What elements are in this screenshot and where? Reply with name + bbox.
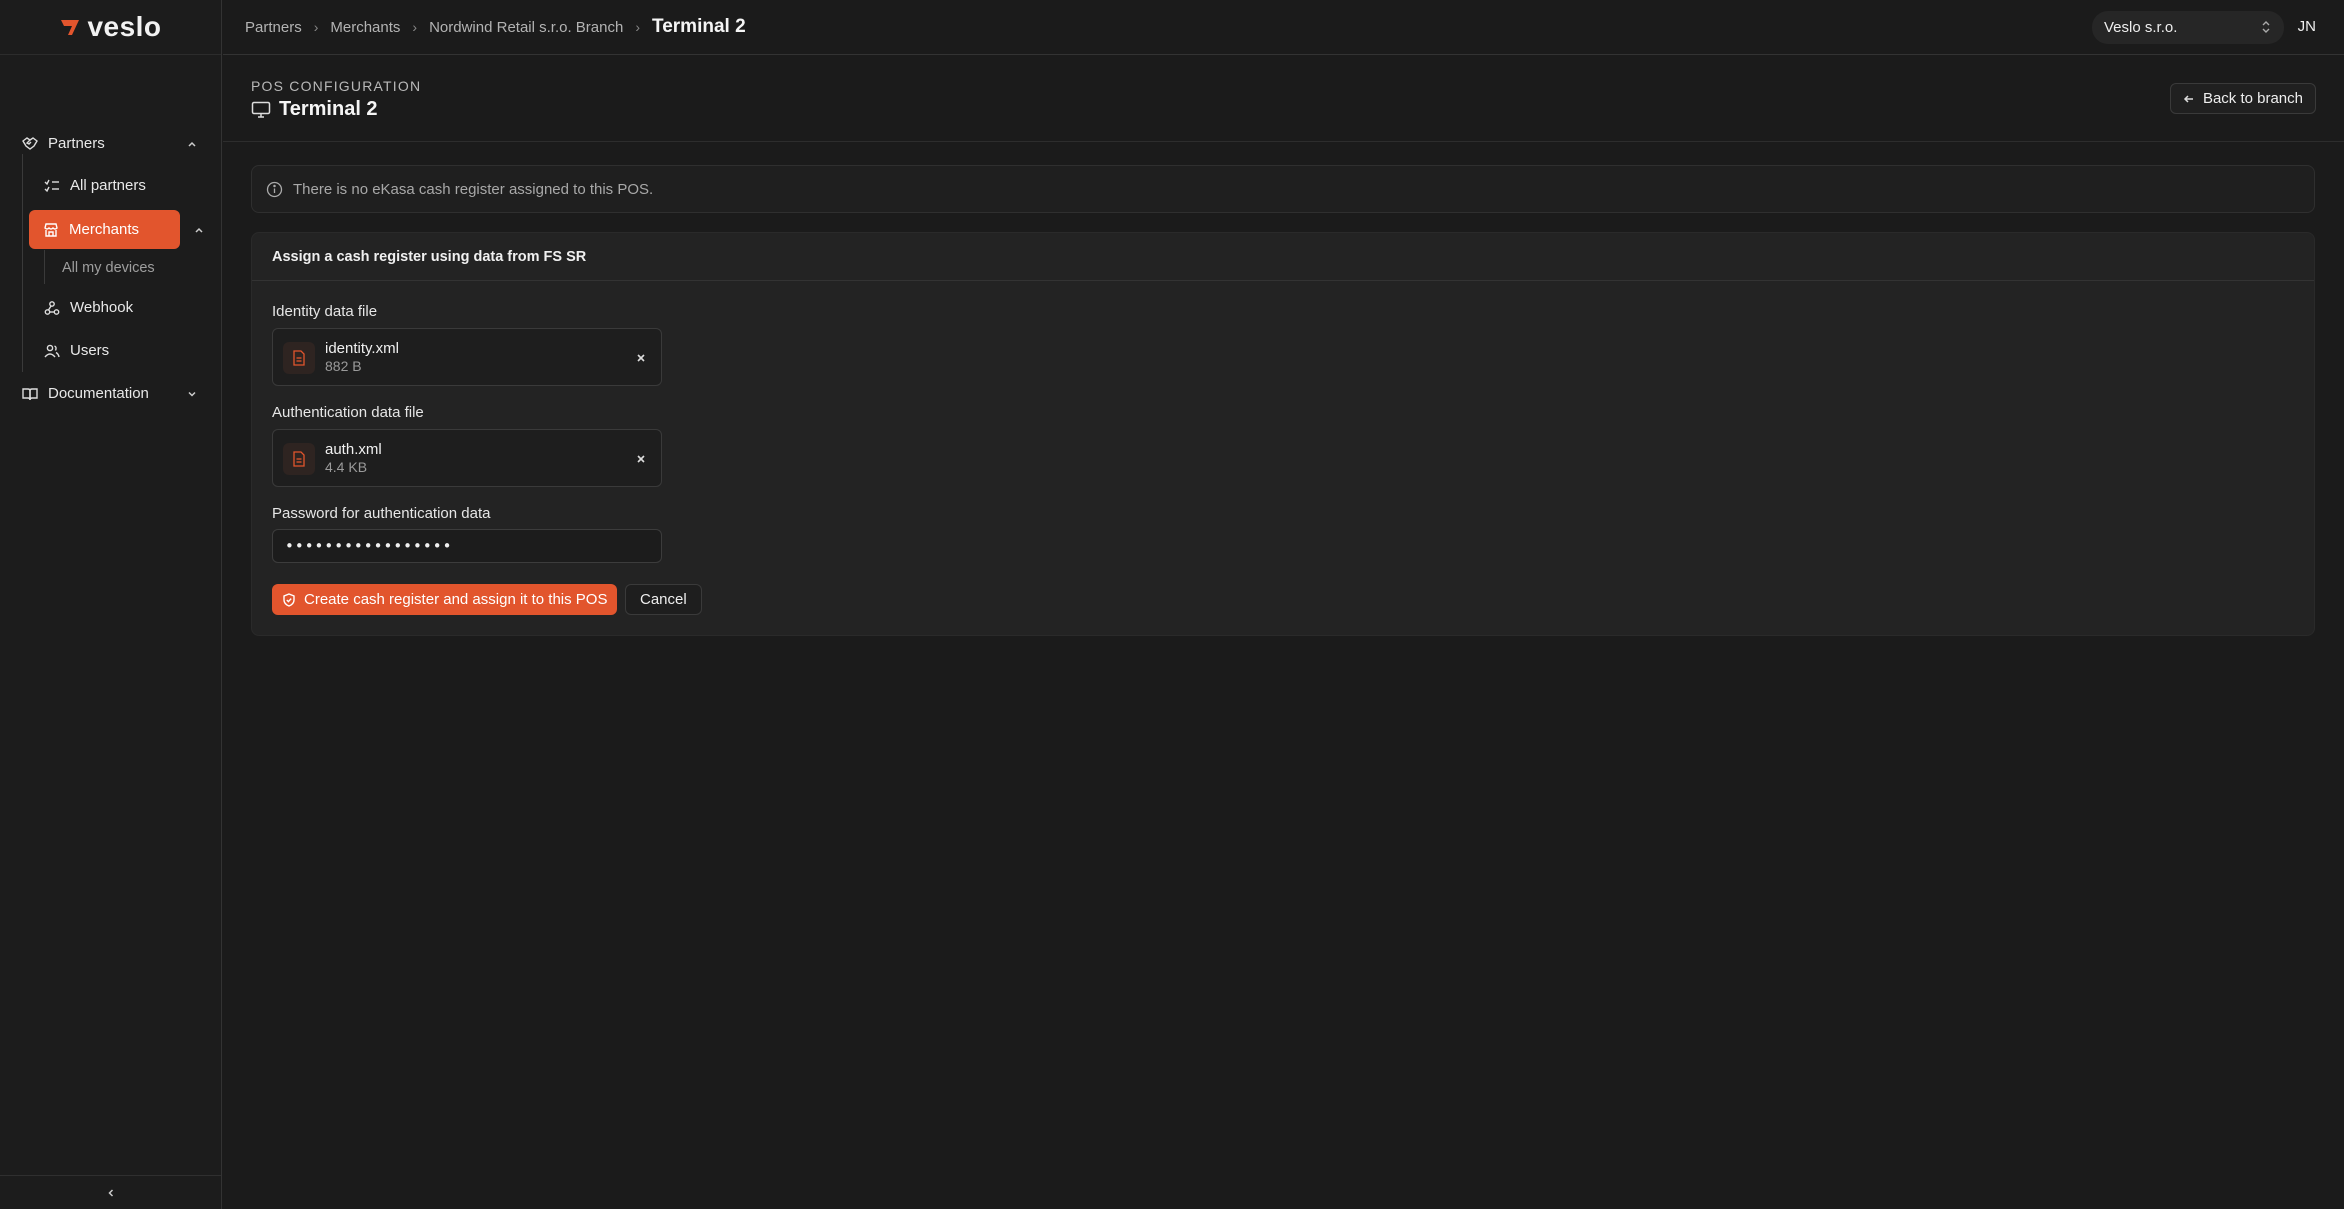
logo[interactable]: veslo xyxy=(0,0,221,55)
breadcrumb-partners[interactable]: Partners xyxy=(245,19,302,36)
sidebar-item-label: All my devices xyxy=(62,260,155,276)
card-title: Assign a cash register using data from F… xyxy=(252,233,2314,281)
chevron-up-icon[interactable] xyxy=(186,138,198,150)
sidebar-item-merchants[interactable]: Merchants xyxy=(29,210,180,249)
chevron-down-icon[interactable] xyxy=(186,388,198,400)
webhook-icon xyxy=(44,300,60,315)
sidebar-item-label: Documentation xyxy=(48,385,149,402)
file-size: 4.4 KB xyxy=(325,459,368,475)
users-icon xyxy=(44,344,60,357)
password-label: Password for authentication data xyxy=(272,505,491,522)
topbar: Partners › Merchants › Nordwind Retail s… xyxy=(223,0,2344,55)
handshake-icon xyxy=(22,136,38,150)
arrow-left-icon xyxy=(2183,94,2193,103)
cancel-label: Cancel xyxy=(640,591,687,608)
tree-line xyxy=(44,250,45,284)
user-avatar[interactable]: JN xyxy=(2298,18,2316,35)
page-title-text: Terminal 2 xyxy=(279,98,378,120)
sidebar-item-webhook[interactable]: Webhook xyxy=(44,299,133,316)
page-header: POS CONFIGURATION Terminal 2 Back to bra… xyxy=(223,56,2344,142)
file-text-icon xyxy=(293,451,305,467)
breadcrumb-merchants[interactable]: Merchants xyxy=(330,19,400,36)
logo-text: veslo xyxy=(87,11,162,42)
veslo-logo-icon xyxy=(61,20,80,35)
info-notice: There is no eKasa cash register assigned… xyxy=(251,165,2315,213)
book-open-icon xyxy=(22,387,38,400)
sidebar: veslo Partners All partners Merchants Al… xyxy=(0,0,222,1209)
sidebar-item-documentation[interactable]: Documentation xyxy=(22,385,202,402)
sidebar-item-label: Webhook xyxy=(70,299,134,316)
file-size: 882 B xyxy=(325,358,362,374)
list-check-icon xyxy=(44,179,59,192)
info-notice-text: There is no eKasa cash register assigned… xyxy=(293,180,654,198)
back-to-branch-button[interactable]: Back to branch xyxy=(2169,83,2316,114)
close-icon[interactable] xyxy=(635,453,647,465)
collapse-sidebar-button[interactable] xyxy=(0,1175,221,1209)
store-icon xyxy=(44,222,58,237)
breadcrumb: Partners › Merchants › Nordwind Retail s… xyxy=(245,16,746,38)
monitor-icon xyxy=(251,101,271,118)
password-input[interactable] xyxy=(272,529,662,563)
create-cash-register-button[interactable]: Create cash register and assign it to th… xyxy=(272,584,618,615)
sidebar-nav: Partners All partners Merchants All my d… xyxy=(0,55,221,402)
sidebar-item-partners[interactable]: Partners xyxy=(22,135,202,152)
auth-file-label: Authentication data file xyxy=(272,404,424,421)
sidebar-item-users[interactable]: Users xyxy=(44,342,109,359)
breadcrumb-branch[interactable]: Nordwind Retail s.r.o. Branch xyxy=(429,19,623,36)
sidebar-item-all-my-devices[interactable]: All my devices xyxy=(62,260,155,276)
file-icon xyxy=(283,443,315,475)
sidebar-item-label: Users xyxy=(70,342,110,359)
file-icon xyxy=(283,342,315,374)
create-cash-register-label: Create cash register and assign it to th… xyxy=(304,591,608,608)
chevron-up-down-icon xyxy=(2262,21,2270,33)
file-text-icon xyxy=(293,350,305,366)
chevron-right-icon: › xyxy=(635,19,641,35)
auth-file-item: auth.xml 4.4 KB xyxy=(272,429,662,487)
sidebar-item-label: Partners xyxy=(48,135,105,152)
organization-select-value: Veslo s.r.o. xyxy=(2104,19,2178,36)
assign-cash-register-card: Assign a cash register using data from F… xyxy=(251,232,2315,636)
identity-file-label: Identity data file xyxy=(272,303,378,320)
page-eyebrow: POS CONFIGURATION xyxy=(251,78,422,94)
back-to-branch-label: Back to branch xyxy=(2202,90,2303,107)
chevron-up-icon[interactable] xyxy=(193,224,205,236)
chevron-right-icon: › xyxy=(313,19,319,35)
chevron-right-icon: › xyxy=(412,19,418,35)
info-icon xyxy=(266,181,283,197)
sidebar-item-label: All partners xyxy=(70,177,146,194)
chevron-left-icon xyxy=(107,1188,113,1197)
organization-select[interactable]: Veslo s.r.o. xyxy=(2092,11,2284,44)
identity-file-item: identity.xml 882 B xyxy=(272,328,662,386)
cancel-button[interactable]: Cancel xyxy=(625,584,702,615)
close-icon[interactable] xyxy=(635,352,647,364)
shield-check-icon xyxy=(283,592,295,607)
page-title: Terminal 2 xyxy=(251,98,378,121)
tree-line xyxy=(22,154,23,372)
file-name: identity.xml xyxy=(325,340,399,357)
sidebar-item-label: Merchants xyxy=(69,221,140,238)
sidebar-item-all-partners[interactable]: All partners xyxy=(44,177,146,194)
file-name: auth.xml xyxy=(325,441,382,458)
breadcrumb-current: Terminal 2 xyxy=(652,16,746,37)
